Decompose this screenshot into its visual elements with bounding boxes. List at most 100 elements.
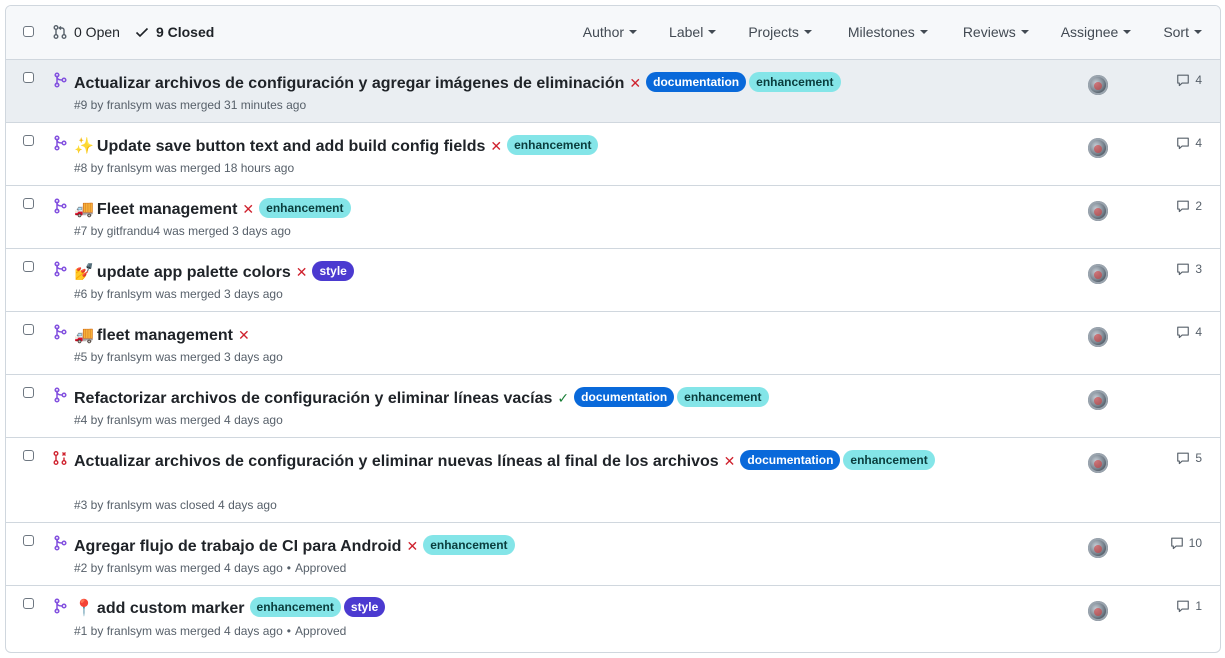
review-status[interactable]: Approved [295, 624, 346, 638]
row-checkbox[interactable] [23, 387, 34, 398]
comment-count[interactable]: 3 [1176, 262, 1202, 276]
pull-request-row[interactable]: 🚚 Fleet management ✕ enhancement #7 by gitfr… [6, 186, 1220, 249]
pull-request-title[interactable]: Fleet management [97, 201, 237, 218]
pull-request-row[interactable]: 📍 add custom marker enhancement style #1 by … [6, 586, 1220, 648]
check-failure-icon[interactable]: ✕ [242, 197, 254, 221]
check-failure-icon[interactable]: ✕ [724, 449, 736, 473]
assignee-avatar[interactable] [1088, 138, 1108, 158]
pull-request-row[interactable]: 🚚 fleet management ✕ #5 by franlsym was mer… [6, 312, 1220, 375]
meta-text: #9 by franlsym was merged 31 minutes ago [74, 98, 307, 112]
reviews-filter[interactable]: Reviews [963, 24, 1029, 40]
assignee-avatar[interactable] [1088, 538, 1108, 558]
pull-request-title[interactable]: fleet management [97, 327, 233, 344]
label-style[interactable]: style [312, 261, 354, 281]
pull-request-title[interactable]: Actualizar archivos de configuración y e… [74, 453, 719, 470]
pull-request-row[interactable]: Actualizar archivos de configuración y a… [6, 60, 1220, 123]
sort-filter[interactable]: Sort [1163, 24, 1202, 40]
assignee-avatar[interactable] [1088, 601, 1108, 621]
row-checkbox[interactable] [23, 198, 34, 209]
row-checkbox[interactable] [23, 535, 34, 546]
pull-request-title[interactable]: Update save button text and add build co… [97, 138, 485, 155]
select-all-checkbox[interactable] [23, 26, 34, 37]
label-documentation[interactable]: documentation [646, 72, 747, 92]
assignee-avatar[interactable] [1088, 327, 1108, 347]
title-emoji: ✨ [74, 138, 94, 155]
label-documentation[interactable]: documentation [574, 387, 675, 407]
title-line: 🚚 Fleet management ✕ enhancement [74, 197, 1050, 222]
pull-request-title[interactable]: update app palette colors [97, 264, 291, 281]
label-enhancement[interactable]: enhancement [259, 198, 351, 218]
assignee-avatar[interactable] [1088, 264, 1108, 284]
assignee-avatar[interactable] [1088, 453, 1108, 473]
pull-request-meta: #9 by franlsym was merged 31 minutes ago [74, 98, 306, 112]
check-failure-icon[interactable]: ✕ [629, 71, 641, 95]
row-checkbox[interactable] [23, 598, 34, 609]
assignee-avatar[interactable] [1088, 390, 1108, 410]
comment-count[interactable]: 2 [1176, 199, 1202, 213]
list-header: 0 Open 9 Closed Author Label Projects Mi… [6, 6, 1220, 60]
assignee-filter[interactable]: Assignee [1061, 24, 1132, 40]
label-enhancement[interactable]: enhancement [507, 135, 599, 155]
meta-text: #6 by franlsym was merged 3 days ago [74, 287, 283, 301]
title-line: Actualizar archivos de configuración y a… [74, 71, 1050, 96]
comment-icon [1177, 452, 1190, 465]
comment-count[interactable]: 10 [1170, 536, 1202, 550]
check-failure-icon[interactable]: ✕ [406, 534, 418, 558]
pull-request-title[interactable]: add custom marker [97, 600, 245, 617]
label-enhancement[interactable]: enhancement [749, 72, 841, 92]
comment-count[interactable]: 1 [1176, 599, 1202, 613]
row-checkbox[interactable] [23, 72, 34, 83]
check-success-icon[interactable]: ✓ [557, 386, 569, 410]
assignee-avatar[interactable] [1088, 75, 1108, 95]
open-filter[interactable]: 0 Open [52, 24, 120, 40]
comment-count[interactable]: 4 [1176, 136, 1202, 150]
pull-request-title[interactable]: Refactorizar archivos de configuración y… [74, 390, 552, 407]
closed-pull-request-icon [53, 451, 67, 465]
comment-count[interactable]: 4 [1176, 73, 1202, 87]
check-failure-icon[interactable]: ✕ [296, 260, 308, 284]
caret-down-icon [1123, 30, 1132, 34]
review-status[interactable]: Approved [295, 561, 346, 575]
label-enhancement[interactable]: enhancement [423, 535, 515, 555]
title-emoji: 💅 [74, 264, 94, 281]
closed-filter[interactable]: 9 Closed [134, 24, 214, 40]
meta-text: #8 by franlsym was merged 18 hours ago [74, 161, 295, 175]
title-line: ✨ Update save button text and add build c… [74, 134, 1050, 159]
comment-count[interactable]: 4 [1176, 325, 1202, 339]
pull-request-title[interactable]: Agregar flujo de trabajo de CI para Andr… [74, 538, 401, 555]
pull-request-meta: #5 by franlsym was merged 3 days ago [74, 350, 283, 364]
merged-icon [54, 198, 67, 214]
projects-filter[interactable]: Projects [748, 24, 812, 40]
label-style[interactable]: style [343, 597, 386, 617]
meta-text: #2 by franlsym was merged 4 days ago [74, 561, 283, 575]
pull-request-row[interactable]: ✨ Update save button text and add build c… [6, 123, 1220, 186]
title-line: Actualizar archivos de configuración y e… [74, 449, 1050, 474]
pull-request-row[interactable]: Refactorizar archivos de configuración y… [6, 375, 1220, 438]
row-checkbox[interactable] [23, 261, 34, 272]
pull-request-icon [53, 25, 67, 39]
label-enhancement[interactable]: enhancement [249, 597, 341, 617]
comment-count[interactable]: 5 [1176, 451, 1202, 465]
milestones-filter[interactable]: Milestones [848, 24, 928, 40]
pull-request-rows: Actualizar archivos de configuración y a… [6, 60, 1220, 648]
merged-icon [54, 72, 67, 88]
label-documentation[interactable]: documentation [740, 450, 841, 470]
pull-request-row[interactable]: 💅 update app palette colors ✕ style #6 by fr… [6, 249, 1220, 312]
title-emoji: 🚚 [74, 201, 94, 218]
row-checkbox[interactable] [23, 135, 34, 146]
check-failure-icon[interactable]: ✕ [490, 134, 502, 158]
label-enhancement[interactable]: enhancement [677, 387, 769, 407]
assignee-avatar[interactable] [1088, 201, 1108, 221]
label-filter[interactable]: Label [669, 24, 717, 40]
check-failure-icon[interactable]: ✕ [238, 323, 250, 347]
row-checkbox[interactable] [23, 324, 34, 335]
title-line: Agregar flujo de trabajo de CI para Andr… [74, 534, 1050, 559]
pull-request-title[interactable]: Actualizar archivos de configuración y a… [74, 75, 624, 92]
label-enhancement[interactable]: enhancement [843, 450, 935, 470]
pull-request-row[interactable]: Agregar flujo de trabajo de CI para Andr… [6, 523, 1220, 586]
pull-request-row[interactable]: Actualizar archivos de configuración y e… [6, 438, 1220, 523]
comment-icon [1177, 326, 1190, 339]
author-filter[interactable]: Author [583, 24, 638, 40]
closed-count-label: 9 Closed [155, 24, 215, 40]
row-checkbox[interactable] [23, 450, 34, 461]
